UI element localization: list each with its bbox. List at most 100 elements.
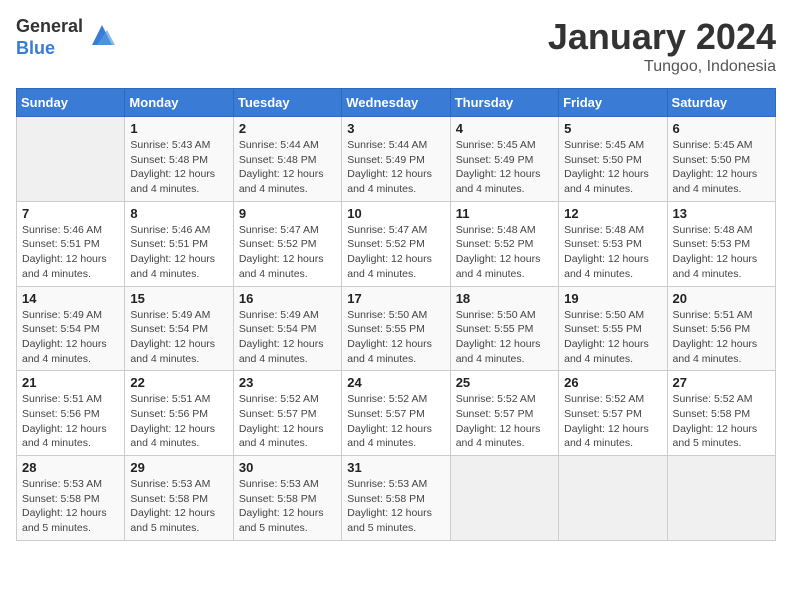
calendar-day-cell: 4 Sunrise: 5:45 AMSunset: 5:49 PMDaylight… xyxy=(450,117,558,202)
title-block: January 2024 Tungoo, Indonesia xyxy=(548,16,776,76)
day-info: Sunrise: 5:48 AMSunset: 5:52 PMDaylight:… xyxy=(456,223,553,282)
day-number: 9 xyxy=(239,206,336,221)
day-info: Sunrise: 5:44 AMSunset: 5:48 PMDaylight:… xyxy=(239,138,336,197)
calendar-day-cell: 9 Sunrise: 5:47 AMSunset: 5:52 PMDaylight… xyxy=(233,201,341,286)
day-info: Sunrise: 5:53 AMSunset: 5:58 PMDaylight:… xyxy=(347,477,444,536)
calendar-day-cell: 21 Sunrise: 5:51 AMSunset: 5:56 PMDayligh… xyxy=(17,371,125,456)
day-info: Sunrise: 5:43 AMSunset: 5:48 PMDaylight:… xyxy=(130,138,227,197)
day-number: 14 xyxy=(22,291,119,306)
calendar-day-cell: 7Sunrise: 5:46 AMSunset: 5:51 PMDaylight… xyxy=(17,201,125,286)
page-header: General Blue January 2024 Tungoo, Indone… xyxy=(16,16,776,76)
calendar-day-cell: 22Sunrise: 5:51 AMSunset: 5:56 PMDayligh… xyxy=(125,371,233,456)
day-info: Sunrise: 5:50 AMSunset: 5:55 PMDaylight:… xyxy=(564,308,661,367)
calendar-day-cell: 6 Sunrise: 5:45 AMSunset: 5:50 PMDaylight… xyxy=(667,117,775,202)
calendar-day-cell: 24 Sunrise: 5:52 AMSunset: 5:57 PMDayligh… xyxy=(342,371,450,456)
day-number: 19 xyxy=(564,291,661,306)
calendar-day-cell: 5 Sunrise: 5:45 AMSunset: 5:50 PMDaylight… xyxy=(559,117,667,202)
calendar-day-cell: 1Sunrise: 5:43 AMSunset: 5:48 PMDaylight… xyxy=(125,117,233,202)
calendar-day-cell: 29 Sunrise: 5:53 AMSunset: 5:58 PMDayligh… xyxy=(125,456,233,541)
day-info: Sunrise: 5:44 AMSunset: 5:49 PMDaylight:… xyxy=(347,138,444,197)
calendar-body: 1Sunrise: 5:43 AMSunset: 5:48 PMDaylight… xyxy=(17,117,776,541)
calendar-day-cell: 13 Sunrise: 5:48 AMSunset: 5:53 PMDayligh… xyxy=(667,201,775,286)
day-info: Sunrise: 5:52 AMSunset: 5:57 PMDaylight:… xyxy=(564,392,661,451)
day-number: 3 xyxy=(347,121,444,136)
day-number: 29 xyxy=(130,460,227,475)
day-info: Sunrise: 5:51 AMSunset: 5:56 PMDaylight:… xyxy=(673,308,770,367)
day-number: 11 xyxy=(456,206,553,221)
day-number: 2 xyxy=(239,121,336,136)
day-number: 4 xyxy=(456,121,553,136)
calendar-week-row: 21 Sunrise: 5:51 AMSunset: 5:56 PMDayligh… xyxy=(17,371,776,456)
calendar-title: January 2024 xyxy=(548,16,776,58)
day-info: Sunrise: 5:52 AMSunset: 5:57 PMDaylight:… xyxy=(456,392,553,451)
header-day: Tuesday xyxy=(233,89,341,117)
calendar-day-cell: 27 Sunrise: 5:52 AMSunset: 5:58 PMDayligh… xyxy=(667,371,775,456)
calendar-day-cell: 8 Sunrise: 5:46 AMSunset: 5:51 PMDaylight… xyxy=(125,201,233,286)
calendar-table: SundayMondayTuesdayWednesdayThursdayFrid… xyxy=(16,88,776,541)
day-info: Sunrise: 5:45 AMSunset: 5:50 PMDaylight:… xyxy=(564,138,661,197)
day-info: Sunrise: 5:53 AMSunset: 5:58 PMDaylight:… xyxy=(22,477,119,536)
day-number: 22 xyxy=(130,375,227,390)
calendar-day-cell: 10 Sunrise: 5:47 AMSunset: 5:52 PMDayligh… xyxy=(342,201,450,286)
day-info: Sunrise: 5:47 AMSunset: 5:52 PMDaylight:… xyxy=(347,223,444,282)
header-row: SundayMondayTuesdayWednesdayThursdayFrid… xyxy=(17,89,776,117)
day-info: Sunrise: 5:51 AMSunset: 5:56 PMDaylight:… xyxy=(22,392,119,451)
day-number: 8 xyxy=(130,206,227,221)
day-info: Sunrise: 5:50 AMSunset: 5:55 PMDaylight:… xyxy=(456,308,553,367)
day-info: Sunrise: 5:49 AMSunset: 5:54 PMDaylight:… xyxy=(130,308,227,367)
header-day: Monday xyxy=(125,89,233,117)
calendar-day-cell: 30Sunrise: 5:53 AMSunset: 5:58 PMDayligh… xyxy=(233,456,341,541)
logo-text: General Blue xyxy=(16,16,83,59)
calendar-day-cell: 14Sunrise: 5:49 AMSunset: 5:54 PMDayligh… xyxy=(17,286,125,371)
calendar-day-cell: 3 Sunrise: 5:44 AMSunset: 5:49 PMDaylight… xyxy=(342,117,450,202)
day-number: 17 xyxy=(347,291,444,306)
day-info: Sunrise: 5:48 AMSunset: 5:53 PMDaylight:… xyxy=(673,223,770,282)
header-day: Sunday xyxy=(17,89,125,117)
calendar-week-row: 7Sunrise: 5:46 AMSunset: 5:51 PMDaylight… xyxy=(17,201,776,286)
calendar-day-cell xyxy=(667,456,775,541)
header-day: Thursday xyxy=(450,89,558,117)
day-number: 25 xyxy=(456,375,553,390)
day-number: 10 xyxy=(347,206,444,221)
calendar-day-cell: 20 Sunrise: 5:51 AMSunset: 5:56 PMDayligh… xyxy=(667,286,775,371)
day-info: Sunrise: 5:47 AMSunset: 5:52 PMDaylight:… xyxy=(239,223,336,282)
day-number: 28 xyxy=(22,460,119,475)
day-info: Sunrise: 5:52 AMSunset: 5:57 PMDaylight:… xyxy=(347,392,444,451)
calendar-day-cell: 11 Sunrise: 5:48 AMSunset: 5:52 PMDayligh… xyxy=(450,201,558,286)
day-number: 31 xyxy=(347,460,444,475)
day-number: 16 xyxy=(239,291,336,306)
day-number: 5 xyxy=(564,121,661,136)
calendar-day-cell: 17Sunrise: 5:50 AMSunset: 5:55 PMDayligh… xyxy=(342,286,450,371)
day-number: 12 xyxy=(564,206,661,221)
calendar-day-cell xyxy=(450,456,558,541)
calendar-day-cell xyxy=(559,456,667,541)
day-info: Sunrise: 5:53 AMSunset: 5:58 PMDaylight:… xyxy=(130,477,227,536)
day-info: Sunrise: 5:45 AMSunset: 5:50 PMDaylight:… xyxy=(673,138,770,197)
day-number: 27 xyxy=(673,375,770,390)
day-info: Sunrise: 5:48 AMSunset: 5:53 PMDaylight:… xyxy=(564,223,661,282)
day-info: Sunrise: 5:45 AMSunset: 5:49 PMDaylight:… xyxy=(456,138,553,197)
calendar-day-cell: 2 Sunrise: 5:44 AMSunset: 5:48 PMDaylight… xyxy=(233,117,341,202)
day-info: Sunrise: 5:52 AMSunset: 5:58 PMDaylight:… xyxy=(673,392,770,451)
calendar-subtitle: Tungoo, Indonesia xyxy=(548,58,776,76)
calendar-day-cell: 16 Sunrise: 5:49 AMSunset: 5:54 PMDayligh… xyxy=(233,286,341,371)
day-info: Sunrise: 5:49 AMSunset: 5:54 PMDaylight:… xyxy=(239,308,336,367)
calendar-day-cell xyxy=(17,117,125,202)
day-number: 15 xyxy=(130,291,227,306)
day-number: 21 xyxy=(22,375,119,390)
day-number: 24 xyxy=(347,375,444,390)
day-number: 13 xyxy=(673,206,770,221)
day-info: Sunrise: 5:53 AMSunset: 5:58 PMDaylight:… xyxy=(239,477,336,536)
day-number: 6 xyxy=(673,121,770,136)
day-number: 23 xyxy=(239,375,336,390)
header-day: Saturday xyxy=(667,89,775,117)
day-number: 20 xyxy=(673,291,770,306)
logo-general: General xyxy=(16,16,83,38)
calendar-day-cell: 28 Sunrise: 5:53 AMSunset: 5:58 PMDayligh… xyxy=(17,456,125,541)
calendar-day-cell: 31 Sunrise: 5:53 AMSunset: 5:58 PMDayligh… xyxy=(342,456,450,541)
calendar-week-row: 28 Sunrise: 5:53 AMSunset: 5:58 PMDayligh… xyxy=(17,456,776,541)
calendar-week-row: 1Sunrise: 5:43 AMSunset: 5:48 PMDaylight… xyxy=(17,117,776,202)
day-info: Sunrise: 5:46 AMSunset: 5:51 PMDaylight:… xyxy=(130,223,227,282)
logo-blue: Blue xyxy=(16,38,83,60)
day-info: Sunrise: 5:52 AMSunset: 5:57 PMDaylight:… xyxy=(239,392,336,451)
